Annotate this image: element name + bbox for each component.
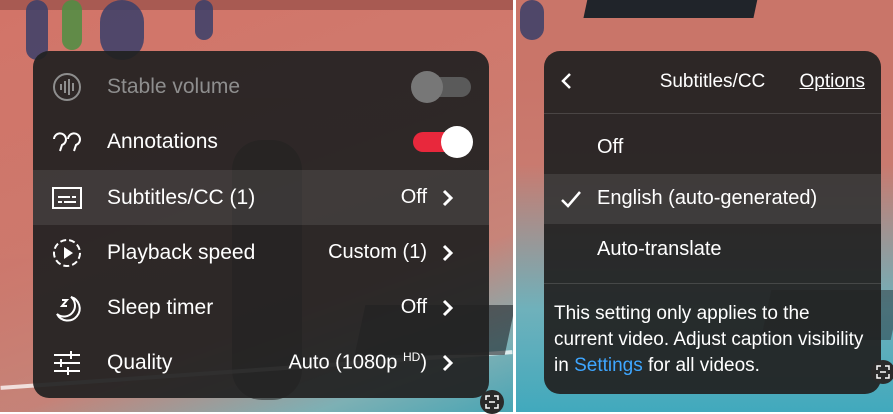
divider bbox=[544, 283, 881, 284]
options-link[interactable]: Options bbox=[800, 71, 865, 93]
stable-volume-label: Stable volume bbox=[107, 74, 241, 98]
quality-value: Auto (1080p HD) bbox=[288, 350, 427, 375]
subtitles-label: Subtitles/CC (1) bbox=[107, 185, 256, 209]
settings-menu: Stable volume Annotations Subtitles/CC (… bbox=[33, 51, 489, 398]
player-figure bbox=[62, 0, 82, 50]
option-label: Auto-translate bbox=[597, 238, 722, 260]
annotations-icon bbox=[51, 126, 83, 158]
quality-row[interactable]: Quality Auto (1080p HD) bbox=[33, 335, 489, 390]
option-label: English (auto-generated) bbox=[597, 187, 818, 209]
subtitles-icon bbox=[51, 182, 83, 214]
lens-icon[interactable] bbox=[480, 390, 504, 414]
chevron-right-icon bbox=[439, 189, 457, 207]
caption-settings-note: This setting only applies to the current… bbox=[554, 301, 867, 379]
playback-speed-row[interactable]: Playback speed Custom (1) bbox=[33, 225, 489, 280]
note-text-end: for all videos. bbox=[642, 355, 760, 376]
playback-speed-label: Playback speed bbox=[107, 240, 256, 264]
subtitles-panel: Subtitles/CC Options Off English (auto-g… bbox=[544, 51, 881, 394]
annotations-label: Annotations bbox=[107, 129, 218, 153]
sleep-timer-value: Off bbox=[400, 296, 427, 318]
player-figure bbox=[520, 0, 544, 40]
toggle-knob bbox=[441, 125, 473, 158]
settings-link[interactable]: Settings bbox=[574, 355, 643, 376]
subtitles-row[interactable]: Subtitles/CC (1) Off bbox=[33, 170, 489, 225]
sleep-timer-row[interactable]: Sleep timer Off bbox=[33, 280, 489, 335]
checkmark-icon bbox=[560, 188, 582, 210]
chevron-right-icon bbox=[439, 244, 457, 262]
sleep-timer-icon bbox=[51, 292, 83, 324]
playback-speed-icon bbox=[51, 237, 83, 269]
hd-badge: HD bbox=[402, 350, 421, 365]
toggle-knob bbox=[411, 70, 443, 103]
caption-option-auto-translate[interactable]: Auto-translate bbox=[544, 225, 881, 275]
caption-option-off[interactable]: Off bbox=[544, 123, 881, 173]
quality-label: Quality bbox=[107, 350, 173, 374]
caption-option-english[interactable]: English (auto-generated) bbox=[544, 174, 881, 224]
quality-icon bbox=[51, 347, 83, 379]
annotations-row[interactable]: Annotations bbox=[33, 114, 489, 169]
option-label: Off bbox=[597, 136, 624, 158]
stable-volume-row[interactable]: Stable volume bbox=[33, 59, 489, 114]
panel-header: Subtitles/CC Options bbox=[544, 51, 881, 114]
chevron-right-icon bbox=[439, 299, 457, 317]
ad-board bbox=[583, 0, 759, 18]
subtitles-value: Off bbox=[400, 186, 427, 208]
annotations-toggle[interactable] bbox=[411, 124, 473, 160]
lens-icon[interactable] bbox=[871, 360, 893, 384]
sleep-timer-label: Sleep timer bbox=[107, 295, 214, 319]
stable-volume-icon bbox=[51, 71, 83, 103]
playback-speed-value: Custom (1) bbox=[328, 241, 427, 263]
chevron-right-icon bbox=[439, 354, 457, 372]
quality-value-close: ) bbox=[420, 351, 427, 374]
quality-value-text: Auto (1080p bbox=[288, 351, 398, 374]
stable-volume-toggle[interactable] bbox=[411, 69, 473, 105]
player-figure bbox=[195, 0, 213, 40]
